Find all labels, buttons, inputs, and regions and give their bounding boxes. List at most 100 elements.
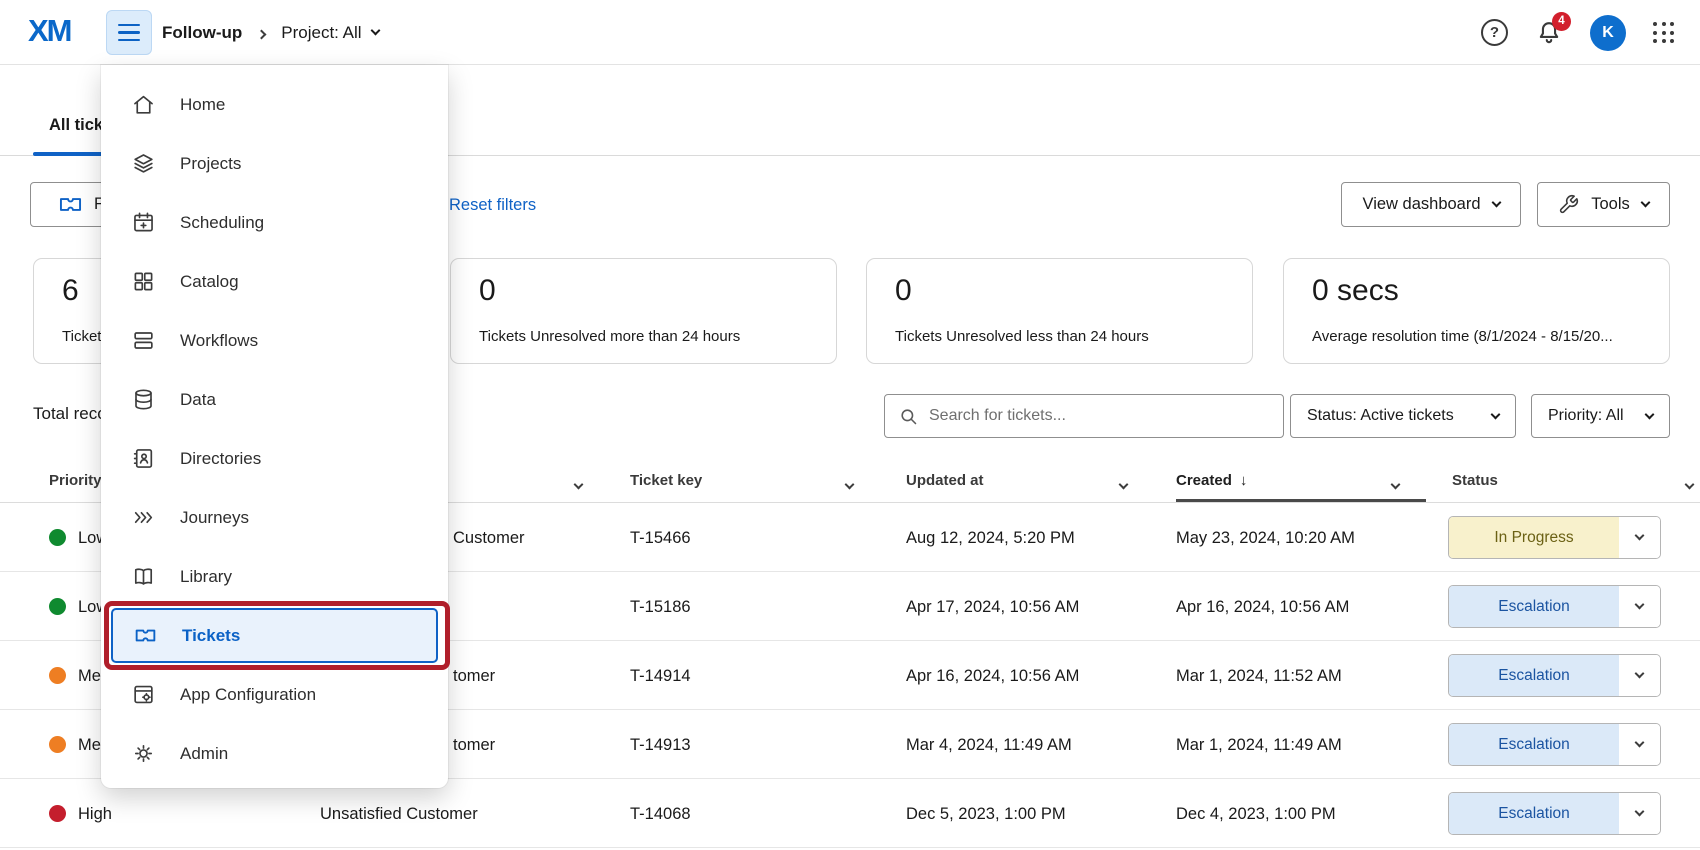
stat-label: Average resolution time (8/1/2024 - 8/15… [1312,328,1613,345]
nav-item-admin[interactable]: Admin [101,724,448,783]
nav-item-home[interactable]: Home [101,75,448,134]
project-selector-label: Project: All [281,23,361,43]
avatar[interactable]: K [1590,15,1626,51]
priority-filter-label: Priority: All [1548,407,1624,425]
nav-item-app-configuration[interactable]: App Configuration [101,665,448,724]
status-filter-label: Status: Active tickets [1307,407,1454,425]
stat-value: 6 [62,274,79,308]
updated-at-cell: Apr 17, 2024, 10:56 AM [906,598,1079,617]
updated-at-cell: Apr 16, 2024, 10:56 AM [906,667,1079,686]
view-dashboard-button[interactable]: View dashboard [1341,182,1521,227]
chevron-down-icon[interactable] [1619,517,1660,558]
priority-dot [49,529,66,546]
nav-item-data[interactable]: Data [101,370,448,429]
status-badge: Escalation [1449,655,1619,696]
search-icon [898,406,919,427]
chevron-down-icon[interactable] [1619,586,1660,627]
help-icon[interactable]: ? [1481,19,1508,46]
main-navigation-menu: Home Projects Scheduling Catalog Workflo… [101,65,448,788]
ticket-name-cell: tomer [453,736,495,755]
created-cell: May 23, 2024, 10:20 AM [1176,529,1355,548]
stat-value: 0 [895,274,912,308]
updated-at-cell: Aug 12, 2024, 5:20 PM [906,529,1075,548]
ticket-name-cell: Customer [453,529,525,548]
status-dropdown[interactable]: Escalation [1448,585,1661,628]
breadcrumb: Follow-up Project: All [162,0,379,65]
search-box [884,394,1284,438]
chevron-down-icon[interactable] [1619,724,1660,765]
status-dropdown[interactable]: In Progress [1448,516,1661,559]
hamburger-menu-button[interactable] [106,10,152,55]
status-dropdown[interactable]: Escalation [1448,654,1661,697]
nav-item-tickets[interactable]: Tickets [111,608,438,663]
journeys-icon [131,505,156,530]
chevron-down-icon [370,26,380,36]
xm-logo: XM [28,13,71,49]
status-badge: Escalation [1449,724,1619,765]
reset-filters-link[interactable]: Reset filters [449,196,536,215]
notifications-button[interactable]: 4 [1535,19,1563,47]
topbar-actions: ? 4 K [1481,0,1674,65]
chevron-down-icon[interactable] [1619,793,1660,834]
updated-at-cell: Mar 4, 2024, 11:49 AM [906,736,1072,755]
nav-item-workflows[interactable]: Workflows [101,311,448,370]
chevron-down-icon [1640,198,1650,208]
chevron-down-icon[interactable] [1619,655,1660,696]
app-grid-icon[interactable] [1653,22,1674,43]
tools-button[interactable]: Tools [1537,182,1670,227]
stat-label: Tickets Unresolved less than 24 hours [895,328,1149,345]
chevron-down-icon[interactable] [1120,477,1127,495]
status-dropdown[interactable]: Escalation [1448,792,1661,835]
column-header-created[interactable]: Created↓ [1176,472,1247,489]
ticket-name-cell: tomer [453,667,495,686]
home-icon [131,92,156,117]
top-bar: XM Follow-up Project: All ? 4 K [0,0,1700,65]
nav-item-journeys[interactable]: Journeys [101,488,448,547]
created-cell: Mar 1, 2024, 11:49 AM [1176,736,1342,755]
priority-dot [49,805,66,822]
table-row[interactable]: High Unsatisfied Customer T-14068 Dec 5,… [0,779,1700,848]
priority-dot [49,736,66,753]
app-configuration-icon [131,682,156,707]
project-selector[interactable]: Project: All [281,23,378,43]
ticket-key-cell: T-14913 [630,736,691,755]
nav-item-projects[interactable]: Projects [101,134,448,193]
hamburger-icon [118,24,140,27]
created-cell: Mar 1, 2024, 11:52 AM [1176,667,1342,686]
ticket-icon [57,191,84,218]
stat-card-unresolved-less-24h: 0 Tickets Unresolved less than 24 hours [866,258,1253,364]
nav-item-catalog[interactable]: Catalog [101,252,448,311]
breadcrumb-section[interactable]: Follow-up [162,23,242,43]
priority-cell: High [78,805,112,824]
nav-item-library[interactable]: Library [101,547,448,606]
stat-card-unresolved-more-24h: 0 Tickets Unresolved more than 24 hours [450,258,837,364]
column-header-updated-at[interactable]: Updated at [906,472,984,489]
search-input[interactable] [929,407,1270,425]
directories-icon [131,446,156,471]
priority-filter-dropdown[interactable]: Priority: All [1531,394,1670,438]
chevron-down-icon[interactable] [575,477,582,495]
status-filter-dropdown[interactable]: Status: Active tickets [1290,394,1516,438]
status-badge: In Progress [1449,517,1619,558]
status-dropdown[interactable]: Escalation [1448,723,1661,766]
stat-label: Tickets Unresolved more than 24 hours [479,328,740,345]
nav-item-directories[interactable]: Directories [101,429,448,488]
workflows-icon [131,328,156,353]
column-header-priority[interactable]: Priority [49,472,102,489]
library-book-icon [131,564,156,589]
chevron-down-icon[interactable] [846,477,853,495]
stat-value: 0 [479,274,496,308]
nav-item-scheduling[interactable]: Scheduling [101,193,448,252]
chevron-down-icon [1491,409,1501,419]
ticket-icon [133,623,158,648]
ticket-key-cell: T-14914 [630,667,691,686]
admin-gear-icon [131,741,156,766]
column-header-ticket-key[interactable]: Ticket key [630,472,702,489]
ticket-key-cell: T-15186 [630,598,691,617]
chevron-down-icon[interactable] [1686,477,1693,495]
chevron-down-icon [1491,198,1501,208]
ticket-key-cell: T-14068 [630,805,691,824]
priority-dot [49,667,66,684]
column-header-status[interactable]: Status [1452,472,1498,489]
chevron-down-icon[interactable] [1392,477,1399,495]
